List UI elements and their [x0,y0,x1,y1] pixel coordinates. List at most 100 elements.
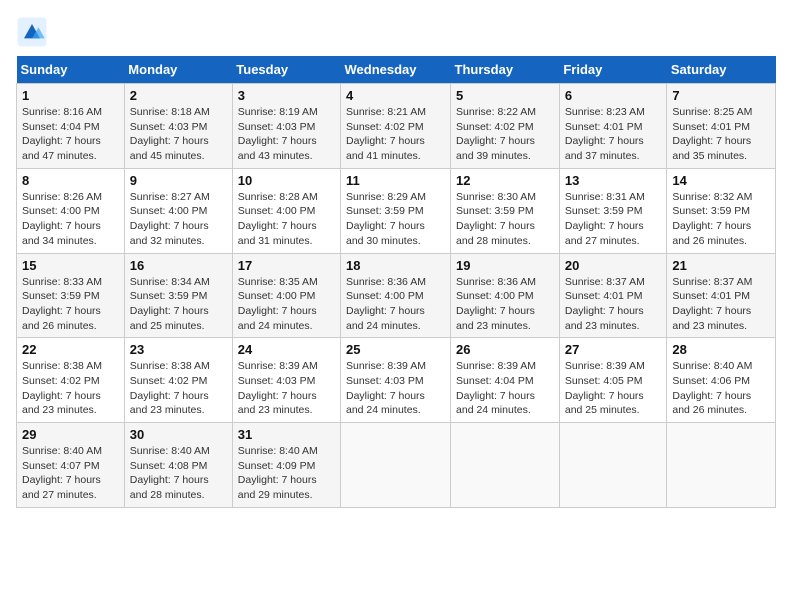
day-detail: Sunrise: 8:39 AM Sunset: 4:03 PM Dayligh… [238,359,335,418]
day-number: 9 [130,173,227,188]
calendar-cell: 9 Sunrise: 8:27 AM Sunset: 4:00 PM Daylig… [124,168,232,253]
day-number: 12 [456,173,554,188]
day-detail: Sunrise: 8:35 AM Sunset: 4:00 PM Dayligh… [238,275,335,334]
calendar-table: SundayMondayTuesdayWednesdayThursdayFrid… [16,56,776,508]
day-detail: Sunrise: 8:23 AM Sunset: 4:01 PM Dayligh… [565,105,662,164]
calendar-cell: 17 Sunrise: 8:35 AM Sunset: 4:00 PM Dayli… [232,253,340,338]
page-header [16,16,776,48]
calendar-cell: 5 Sunrise: 8:22 AM Sunset: 4:02 PM Daylig… [451,84,560,169]
calendar-cell: 13 Sunrise: 8:31 AM Sunset: 3:59 PM Dayli… [559,168,667,253]
day-number: 29 [22,427,119,442]
calendar-cell: 30Sunrise: 8:40 AM Sunset: 4:08 PM Dayli… [124,423,232,508]
day-detail: Sunrise: 8:28 AM Sunset: 4:00 PM Dayligh… [238,190,335,249]
calendar-cell: 12 Sunrise: 8:30 AM Sunset: 3:59 PM Dayli… [451,168,560,253]
day-detail: Sunrise: 8:26 AM Sunset: 4:00 PM Dayligh… [22,190,119,249]
day-number: 13 [565,173,662,188]
day-number: 10 [238,173,335,188]
day-detail: Sunrise: 8:27 AM Sunset: 4:00 PM Dayligh… [130,190,227,249]
day-number: 18 [346,258,445,273]
calendar-cell: 8 Sunrise: 8:26 AM Sunset: 4:00 PM Daylig… [17,168,125,253]
day-number: 7 [672,88,770,103]
day-detail: Sunrise: 8:30 AM Sunset: 3:59 PM Dayligh… [456,190,554,249]
calendar-cell: 11Sunrise: 8:29 AM Sunset: 3:59 PM Dayli… [341,168,451,253]
day-number: 24 [238,342,335,357]
day-detail: Sunrise: 8:37 AM Sunset: 4:01 PM Dayligh… [672,275,770,334]
day-detail: Sunrise: 8:40 AM Sunset: 4:07 PM Dayligh… [22,444,119,503]
day-number: 19 [456,258,554,273]
day-number: 3 [238,88,335,103]
day-detail: Sunrise: 8:19 AM Sunset: 4:03 PM Dayligh… [238,105,335,164]
day-detail: Sunrise: 8:36 AM Sunset: 4:00 PM Dayligh… [346,275,445,334]
day-number: 14 [672,173,770,188]
calendar-cell: 6 Sunrise: 8:23 AM Sunset: 4:01 PM Daylig… [559,84,667,169]
day-detail: Sunrise: 8:40 AM Sunset: 4:06 PM Dayligh… [672,359,770,418]
day-detail: Sunrise: 8:40 AM Sunset: 4:09 PM Dayligh… [238,444,335,503]
calendar-cell: 14 Sunrise: 8:32 AM Sunset: 3:59 PM Dayli… [667,168,776,253]
day-number: 26 [456,342,554,357]
calendar-cell: 21 Sunrise: 8:37 AM Sunset: 4:01 PM Dayli… [667,253,776,338]
day-detail: Sunrise: 8:38 AM Sunset: 4:02 PM Dayligh… [22,359,119,418]
day-number: 17 [238,258,335,273]
day-detail: Sunrise: 8:36 AM Sunset: 4:00 PM Dayligh… [456,275,554,334]
calendar-cell: 16 Sunrise: 8:34 AM Sunset: 3:59 PM Dayli… [124,253,232,338]
calendar-cell: 25Sunrise: 8:39 AM Sunset: 4:03 PM Dayli… [341,338,451,423]
day-number: 5 [456,88,554,103]
logo-icon [16,16,48,48]
day-number: 8 [22,173,119,188]
calendar-cell: 15 Sunrise: 8:33 AM Sunset: 3:59 PM Dayli… [17,253,125,338]
day-detail: Sunrise: 8:37 AM Sunset: 4:01 PM Dayligh… [565,275,662,334]
calendar-cell: 27 Sunrise: 8:39 AM Sunset: 4:05 PM Dayli… [559,338,667,423]
calendar-cell: 20 Sunrise: 8:37 AM Sunset: 4:01 PM Dayli… [559,253,667,338]
day-detail: Sunrise: 8:29 AM Sunset: 3:59 PM Dayligh… [346,190,445,249]
day-detail: Sunrise: 8:34 AM Sunset: 3:59 PM Dayligh… [130,275,227,334]
day-number: 28 [672,342,770,357]
day-number: 30 [130,427,227,442]
day-number: 25 [346,342,445,357]
day-number: 23 [130,342,227,357]
weekday-header-tuesday: Tuesday [232,56,340,84]
weekday-header-friday: Friday [559,56,667,84]
day-number: 20 [565,258,662,273]
calendar-cell: 24 Sunrise: 8:39 AM Sunset: 4:03 PM Dayli… [232,338,340,423]
weekday-header-thursday: Thursday [451,56,560,84]
weekday-header-monday: Monday [124,56,232,84]
day-detail: Sunrise: 8:21 AM Sunset: 4:02 PM Dayligh… [346,105,445,164]
day-detail: Sunrise: 8:16 AM Sunset: 4:04 PM Dayligh… [22,105,119,164]
calendar-cell: 7 Sunrise: 8:25 AM Sunset: 4:01 PM Daylig… [667,84,776,169]
calendar-cell: 29 Sunrise: 8:40 AM Sunset: 4:07 PM Dayli… [17,423,125,508]
day-detail: Sunrise: 8:33 AM Sunset: 3:59 PM Dayligh… [22,275,119,334]
calendar-cell: 1 Sunrise: 8:16 AM Sunset: 4:04 PM Daylig… [17,84,125,169]
calendar-cell: 26 Sunrise: 8:39 AM Sunset: 4:04 PM Dayli… [451,338,560,423]
day-detail: Sunrise: 8:39 AM Sunset: 4:04 PM Dayligh… [456,359,554,418]
day-number: 21 [672,258,770,273]
day-detail: Sunrise: 8:18 AM Sunset: 4:03 PM Dayligh… [130,105,227,164]
calendar-cell: 31 Sunrise: 8:40 AM Sunset: 4:09 PM Dayli… [232,423,340,508]
day-detail: Sunrise: 8:38 AM Sunset: 4:02 PM Dayligh… [130,359,227,418]
day-number: 2 [130,88,227,103]
calendar-cell: 3 Sunrise: 8:19 AM Sunset: 4:03 PM Daylig… [232,84,340,169]
calendar-cell [451,423,560,508]
day-detail: Sunrise: 8:32 AM Sunset: 3:59 PM Dayligh… [672,190,770,249]
calendar-cell: 2 Sunrise: 8:18 AM Sunset: 4:03 PM Daylig… [124,84,232,169]
calendar-cell: 19 Sunrise: 8:36 AM Sunset: 4:00 PM Dayli… [451,253,560,338]
calendar-cell [341,423,451,508]
calendar-cell: 23 Sunrise: 8:38 AM Sunset: 4:02 PM Dayli… [124,338,232,423]
day-detail: Sunrise: 8:39 AM Sunset: 4:05 PM Dayligh… [565,359,662,418]
day-number: 16 [130,258,227,273]
day-number: 1 [22,88,119,103]
day-number: 15 [22,258,119,273]
day-number: 4 [346,88,445,103]
calendar-cell [667,423,776,508]
day-number: 31 [238,427,335,442]
day-detail: Sunrise: 8:22 AM Sunset: 4:02 PM Dayligh… [456,105,554,164]
calendar-cell: 10 Sunrise: 8:28 AM Sunset: 4:00 PM Dayli… [232,168,340,253]
day-number: 27 [565,342,662,357]
logo [16,16,52,48]
calendar-cell: 28 Sunrise: 8:40 AM Sunset: 4:06 PM Dayli… [667,338,776,423]
calendar-cell: 22 Sunrise: 8:38 AM Sunset: 4:02 PM Dayli… [17,338,125,423]
day-number: 6 [565,88,662,103]
weekday-header-wednesday: Wednesday [341,56,451,84]
day-detail: Sunrise: 8:31 AM Sunset: 3:59 PM Dayligh… [565,190,662,249]
day-number: 22 [22,342,119,357]
day-detail: Sunrise: 8:25 AM Sunset: 4:01 PM Dayligh… [672,105,770,164]
